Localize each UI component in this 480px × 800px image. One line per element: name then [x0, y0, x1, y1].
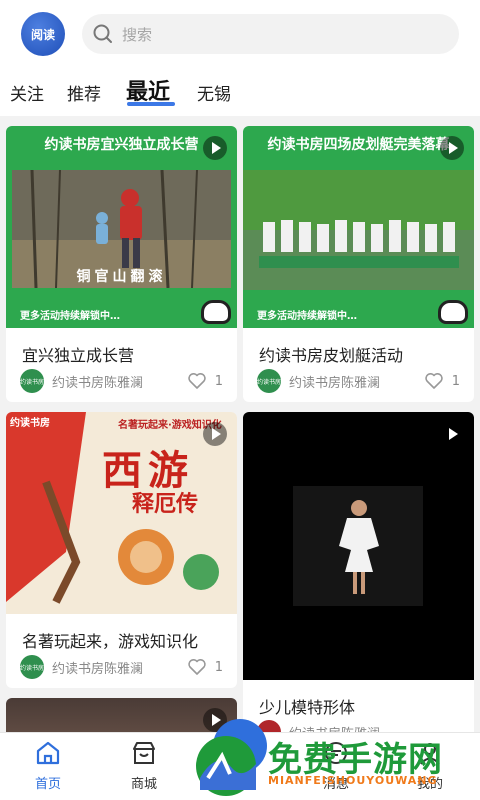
card-author-row: 约读书房 约读书房陈雅澜 1 — [20, 655, 223, 679]
search-placeholder: 搜索 — [122, 25, 153, 44]
nav-mall[interactable]: 商城 — [114, 739, 174, 792]
card-thumbnail — [6, 698, 237, 732]
play-icon[interactable] — [203, 136, 227, 160]
card-thumbnail: 约读书房宜兴独立成长营 铜官山翻滚 更多活动持续解锁中… — [6, 126, 237, 328]
card-author-row: 约读书房 约读书房陈雅澜 1 — [257, 369, 460, 393]
play-icon[interactable] — [203, 422, 227, 446]
nav-mall-label: 商城 — [130, 777, 157, 792]
poster-subtitle: 释厄传 — [132, 492, 199, 517]
card-title[interactable]: 约读书房皮划艇活动 — [259, 342, 403, 366]
like-count: 1 — [214, 659, 223, 675]
top-header: 阅读 搜索 — [0, 0, 480, 66]
poster-headline: 约读书房四场皮划艇完美落幕 — [267, 137, 450, 153]
play-icon[interactable] — [440, 422, 464, 446]
search-bar[interactable]: 搜索 — [82, 14, 459, 54]
heart-icon[interactable] — [187, 371, 207, 391]
logo-text: 阅读 — [30, 27, 55, 42]
card-thumbnail — [243, 412, 474, 680]
author-avatar[interactable]: 约读书房 — [20, 655, 44, 679]
store-icon — [133, 742, 155, 764]
watermark-logo — [196, 736, 256, 796]
search-icon — [93, 24, 112, 43]
like-count: 1 — [214, 373, 223, 389]
content-feed[interactable]: 约读书房宜兴独立成长营 铜官山翻滚 更多活动持续解锁中… 宜兴独立成长营 约读书… — [0, 116, 480, 732]
author-name[interactable]: 约读书房陈雅澜 — [52, 658, 187, 677]
feed-card[interactable]: 约读书房 名著玩起来·游戏知识化 西游 释厄传 名著玩起来，游戏知识化 约读书房… — [6, 412, 237, 688]
author-avatar[interactable]: 约读书房 — [20, 369, 44, 393]
card-title[interactable]: 宜兴独立成长营 — [22, 342, 134, 366]
nav-home[interactable]: 首页 — [18, 739, 78, 792]
tab-follow[interactable]: 关注 — [10, 80, 44, 105]
author-name[interactable]: 约读书房陈雅澜 — [52, 372, 187, 391]
panda-icon — [201, 300, 231, 324]
poster-caption: 铜官山翻滚 — [76, 269, 167, 285]
tab-recommend[interactable]: 推荐 — [67, 80, 101, 105]
active-tab-indicator — [127, 102, 175, 106]
home-icon — [36, 741, 60, 765]
like-count: 1 — [451, 373, 460, 389]
feed-card[interactable]: 少儿模特形体 约读书房陈雅澜 — [243, 412, 474, 732]
poster-footer: 更多活动持续解锁中… — [20, 311, 120, 322]
heart-icon[interactable] — [424, 371, 444, 391]
category-tabs: 关注 推荐 最近 无锡 — [0, 66, 480, 116]
feed-card[interactable]: 约读书房四场皮划艇完美落幕 更多活动持续解锁中… 约读书房皮划艇活动 约读书房 … — [243, 126, 474, 402]
app-logo[interactable]: 阅读 — [21, 12, 65, 56]
card-title[interactable]: 少儿模特形体 — [259, 694, 355, 718]
feed-card[interactable] — [6, 698, 237, 732]
poster-footer: 更多活动持续解锁中… — [257, 311, 357, 322]
card-thumbnail: 约读书房四场皮划艇完美落幕 更多活动持续解锁中… — [243, 126, 474, 328]
heart-icon[interactable] — [187, 657, 207, 677]
group-photo — [243, 170, 474, 290]
panda-icon — [438, 300, 468, 324]
poster-headline: 约读书房宜兴独立成长营 — [44, 137, 199, 153]
tab-wuxi[interactable]: 无锡 — [197, 80, 231, 105]
author-name[interactable]: 约读书房陈雅澜 — [289, 372, 424, 391]
card-author-row: 约读书房 约读书房陈雅澜 1 — [20, 369, 223, 393]
feed-card[interactable]: 约读书房宜兴独立成长营 铜官山翻滚 更多活动持续解锁中… 宜兴独立成长营 约读书… — [6, 126, 237, 402]
poster-brand: 约读书房 — [10, 418, 50, 429]
runway-photo — [293, 486, 423, 606]
play-icon[interactable] — [440, 136, 464, 160]
card-title[interactable]: 名著玩起来，游戏知识化 — [22, 628, 198, 652]
card-thumbnail: 约读书房 名著玩起来·游戏知识化 西游 释厄传 — [6, 412, 237, 614]
watermark-overlay: 免费手游网 MIANFEISHOUYOUWANG — [186, 730, 480, 800]
nav-home-label: 首页 — [34, 777, 61, 792]
author-avatar[interactable]: 约读书房 — [257, 369, 281, 393]
watermark-subtext: MIANFEISHOUYOUWANG — [268, 774, 438, 787]
